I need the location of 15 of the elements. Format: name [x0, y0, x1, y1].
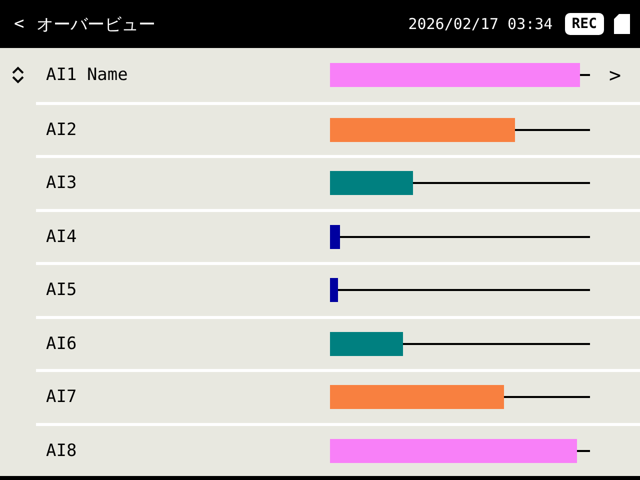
channel-name: AI3: [45, 173, 78, 194]
channel-name: AI8: [45, 440, 78, 461]
rec-badge: REC: [564, 13, 604, 35]
channel-name: AI6: [45, 334, 78, 354]
screen-title: オーバービュー: [36, 14, 156, 36]
channel-name: AI2: [45, 120, 78, 140]
channel-name: AI4: [45, 226, 78, 247]
memory-card-icon: [614, 14, 630, 34]
up-down-icon[interactable]: [11, 66, 25, 84]
channel-name: AI5: [45, 280, 78, 300]
next-arrow[interactable]: >: [608, 62, 622, 87]
back-button[interactable]: <: [10, 14, 28, 34]
date-time: 2026/02/17 03:34: [408, 15, 553, 33]
channel-name: AI7: [45, 387, 78, 408]
channel-name: AI1 Name: [45, 64, 129, 85]
